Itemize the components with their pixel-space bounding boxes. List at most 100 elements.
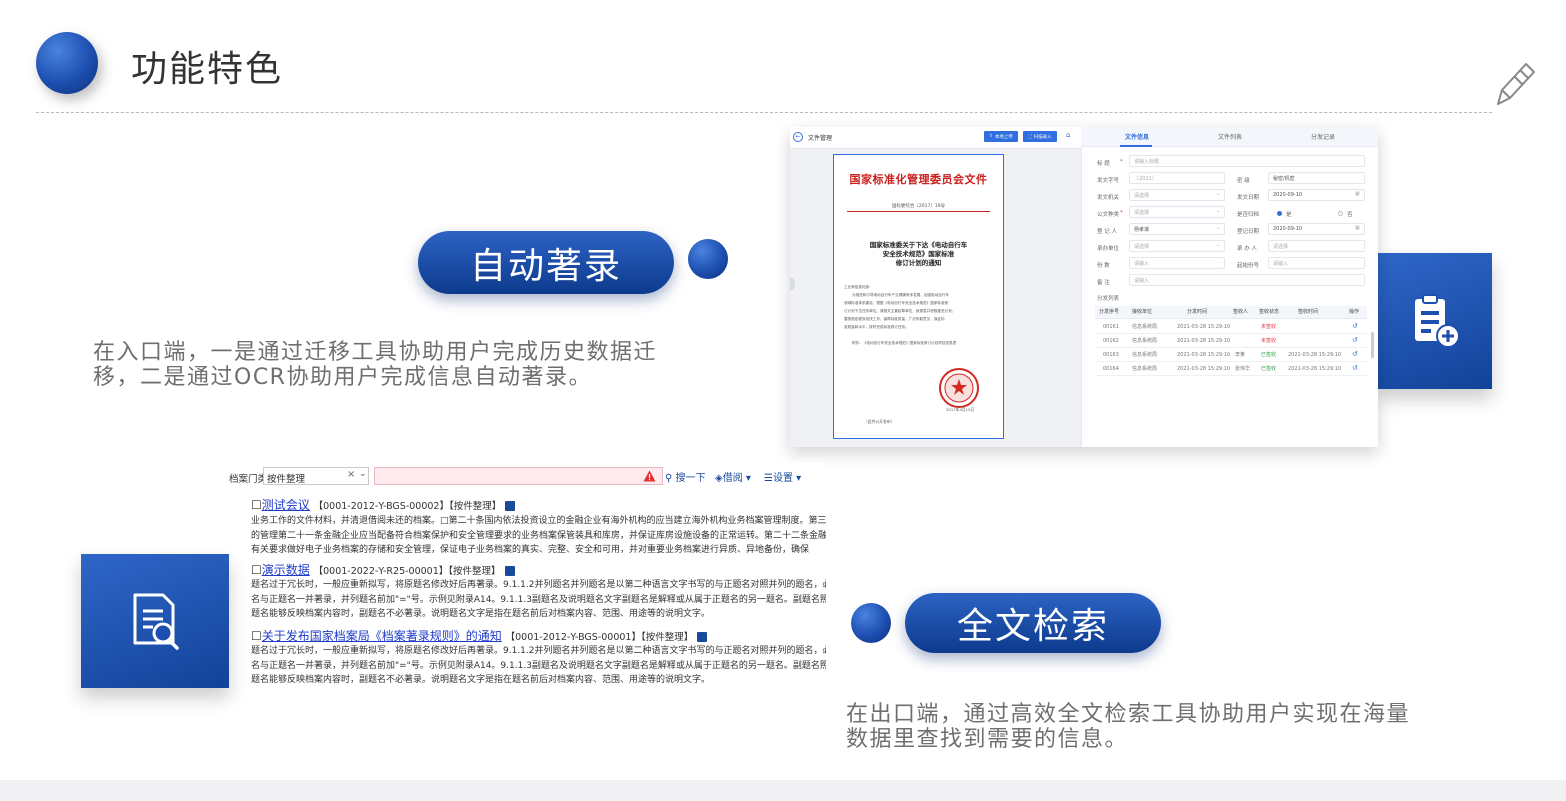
category-value: 按件整理 bbox=[267, 474, 306, 485]
col-header: 签收时间 bbox=[1298, 309, 1319, 315]
col-header: 操作 bbox=[1349, 309, 1360, 315]
search-icon: ⚲ bbox=[665, 473, 673, 484]
title-input-placeholder: 请输入标题 bbox=[1134, 159, 1160, 165]
pencil-icon bbox=[1497, 63, 1535, 105]
chevron-down-icon[interactable]: ⌄ bbox=[359, 469, 367, 479]
feature-autocatalog-title: 自动著录 bbox=[469, 245, 622, 287]
doc-header: 国家标准化管理委员会文件 bbox=[849, 173, 988, 186]
snippet-line: 题名能够反映档案内容时，副题名不必著录。说明题名文字是指在题名前后对档案内容、范… bbox=[251, 609, 711, 619]
borrow-button-label: 借阅 bbox=[722, 473, 743, 484]
image-icon[interactable] bbox=[504, 565, 515, 576]
result-link[interactable]: 关于发布国家档案局《档案著录规则》的通知 bbox=[262, 629, 502, 643]
settings-button-label: 设置 bbox=[772, 473, 793, 484]
miji-value: 秘密/机密 bbox=[1273, 176, 1295, 182]
col-header: 接收单位 bbox=[1132, 309, 1153, 315]
doc-paragraph: 订计划下达任务单位。请相关主管起草单位，就紧急并积极推进计划， bbox=[844, 309, 956, 313]
cell-time: 2021-03-28 15:29:10 bbox=[1177, 366, 1231, 372]
result-link[interactable]: 测试会议 bbox=[262, 498, 310, 512]
chevron-down-icon: ⌄ bbox=[1216, 225, 1221, 231]
doc-app-title: 文件管理 bbox=[808, 135, 833, 142]
tab-file-list[interactable]: 文件列表 bbox=[1218, 132, 1242, 141]
doc-footer: （此件公开发布） bbox=[864, 419, 895, 424]
result-checkbox[interactable]: ☐ bbox=[251, 563, 262, 577]
snippet-line: 题名过于冗长时，一般应重新拟写，将原题名修改好后再著录。9.1.1.2并列题名并… bbox=[251, 646, 826, 656]
beizhu-input[interactable] bbox=[1129, 274, 1365, 286]
col-header: 签收人 bbox=[1233, 309, 1249, 315]
status-badge: 已签收 bbox=[1261, 366, 1277, 372]
header-divider bbox=[36, 112, 1492, 113]
fenshu-label: 份 数 bbox=[1097, 263, 1110, 269]
doc-paragraph: 领域标准体系建设，根据《电动自行车安全技术规范》国家标准修 bbox=[844, 301, 949, 305]
doc-paragraph: 准质量和水平，按时完成标准修订任务。 bbox=[844, 325, 909, 329]
scan-icon: ⛶ bbox=[1028, 134, 1032, 140]
undo-icon[interactable]: ↺ bbox=[1352, 337, 1358, 344]
search-button[interactable]: ⚲ 搜一下 bbox=[665, 469, 706, 484]
cell-unit: 信息系统局 bbox=[1132, 338, 1158, 344]
chevron-down-icon: ⌄ bbox=[1216, 208, 1221, 214]
document-search-icon bbox=[133, 593, 179, 650]
cell-time: 2021-03-28 15:29:10 bbox=[1177, 352, 1231, 358]
wenhao-value: 〔2021〕 bbox=[1134, 176, 1157, 182]
settings-button[interactable]: ☰设置 ▾ bbox=[764, 469, 801, 484]
status-badge: 已签收 bbox=[1261, 352, 1277, 358]
undo-icon[interactable]: ↺ bbox=[1352, 323, 1358, 330]
cell-unit: 信息系统局 bbox=[1132, 352, 1158, 358]
category-label: 档案门类 bbox=[229, 474, 268, 485]
result-checkbox[interactable]: ☐ bbox=[251, 629, 262, 643]
cell-person: 李某 bbox=[1235, 352, 1246, 358]
tab-file-info[interactable]: 文件信息 bbox=[1125, 132, 1149, 141]
layers-icon: ◈ bbox=[715, 473, 723, 484]
doc-paragraph: 要按规定程序加快工作，保障标准质量，广泛听取意见，保证标 bbox=[844, 317, 945, 321]
guidang-no-radio[interactable] bbox=[1338, 211, 1343, 216]
snippet-line: 题名过于冗长时，一般应重新拟写，将原题名修改好后再著录。9.1.1.2并列题名并… bbox=[251, 580, 826, 590]
status-badge: 未签收 bbox=[1261, 324, 1277, 330]
doc-attachment: 附件：《电动自行车安全技术规范》国家标准修订计划项目信息表 bbox=[852, 341, 957, 345]
jiguan-placeholder: 请选择 bbox=[1134, 193, 1150, 199]
upload-icon: ⇪ bbox=[989, 134, 993, 139]
borrow-button[interactable]: ◈借阅 ▾ bbox=[715, 469, 751, 484]
dengji-label: 登 记 人 bbox=[1097, 229, 1117, 235]
feature-search-dot-icon bbox=[851, 603, 891, 643]
required-mark: * bbox=[1120, 159, 1123, 165]
tab-distribution[interactable]: 分发记录 bbox=[1311, 132, 1335, 141]
result-meta: 【0001-2012-Y-BGS-00001】【按件整理】 bbox=[505, 632, 694, 643]
dengji-date-value: 2020-09-10 bbox=[1273, 226, 1303, 232]
cbdw-placeholder: 请选择 bbox=[1134, 244, 1150, 250]
guidang-yes-radio[interactable] bbox=[1277, 211, 1282, 216]
table-scrollbar[interactable] bbox=[1371, 332, 1374, 358]
undo-icon[interactable]: ↺ bbox=[1352, 351, 1358, 358]
cbdw-label: 承办单位 bbox=[1097, 246, 1120, 252]
guidang-label: 是否归档 bbox=[1237, 212, 1260, 218]
doc-title-line1: 国家标准委关于下达《电动自行车 bbox=[869, 241, 968, 249]
back-icon[interactable]: ← bbox=[793, 132, 803, 142]
feature-search-pill: 全文检索 bbox=[905, 593, 1161, 653]
wenhao-label: 发文字号 bbox=[1097, 178, 1120, 184]
snippet-line: 名与正题名一并著录，并列题名前加"="号。示例见附录A14。9.1.1.3副题名… bbox=[251, 660, 826, 671]
undo-icon[interactable]: ↺ bbox=[1352, 365, 1358, 372]
doc-management-window: ← 文件管理 ⇪ 本地上传 ⛶ 扫描录入 ⌂ 国家标准化管理委员会文件 国标委综合〔… bbox=[790, 127, 1378, 447]
feature-search-desc: 在出口端，通过高效全文检索工具协助用户实现在海量 数据里查找到需要的信息。 bbox=[846, 702, 1526, 752]
upload-button[interactable]: ⇪ 本地上传 bbox=[984, 131, 1018, 142]
image-icon[interactable] bbox=[505, 500, 516, 511]
result-link[interactable]: 演示数据 bbox=[262, 563, 310, 577]
snippet-line: 题名能够反映档案内容时，副题名不必著录。说明题名文字是指在题名前后对档案内容、范… bbox=[251, 675, 711, 685]
delete-icon[interactable]: ⌂ bbox=[1066, 131, 1070, 139]
riqi-value: 2020-09-10 bbox=[1273, 192, 1303, 198]
scan-button[interactable]: ⛶ 扫描录入 bbox=[1023, 131, 1057, 142]
jiguan-label: 发文机关 bbox=[1097, 195, 1120, 201]
cell-person: 张伟华 bbox=[1235, 366, 1251, 372]
required-mark: * bbox=[1120, 210, 1123, 216]
doc-title: 国家标准委关于下达《电动自行车 安全技术规范》国家标准 修订计划的通知 bbox=[834, 241, 1003, 268]
cell-unit: 信息系统局 bbox=[1132, 366, 1158, 372]
title-input[interactable] bbox=[1129, 155, 1365, 167]
result-checkbox[interactable]: ☐ bbox=[251, 498, 262, 512]
clear-icon[interactable]: × bbox=[347, 469, 355, 480]
fenshu-placeholder: 请输入 bbox=[1134, 261, 1150, 267]
image-icon[interactable] bbox=[697, 631, 708, 642]
official-document: 国家标准化管理委员会文件 国标委综合〔2017〕19号 国家标准委关于下达《电动… bbox=[833, 154, 1004, 439]
doc-add-box bbox=[1376, 253, 1492, 389]
doc-red-line bbox=[847, 211, 990, 212]
caret-down-icon: ▾ bbox=[745, 473, 751, 484]
search-input[interactable] bbox=[374, 467, 663, 485]
table-row: 00161 信息系统局 2021-03-28 15:29:10 未签收 ↺ bbox=[1095, 320, 1367, 334]
